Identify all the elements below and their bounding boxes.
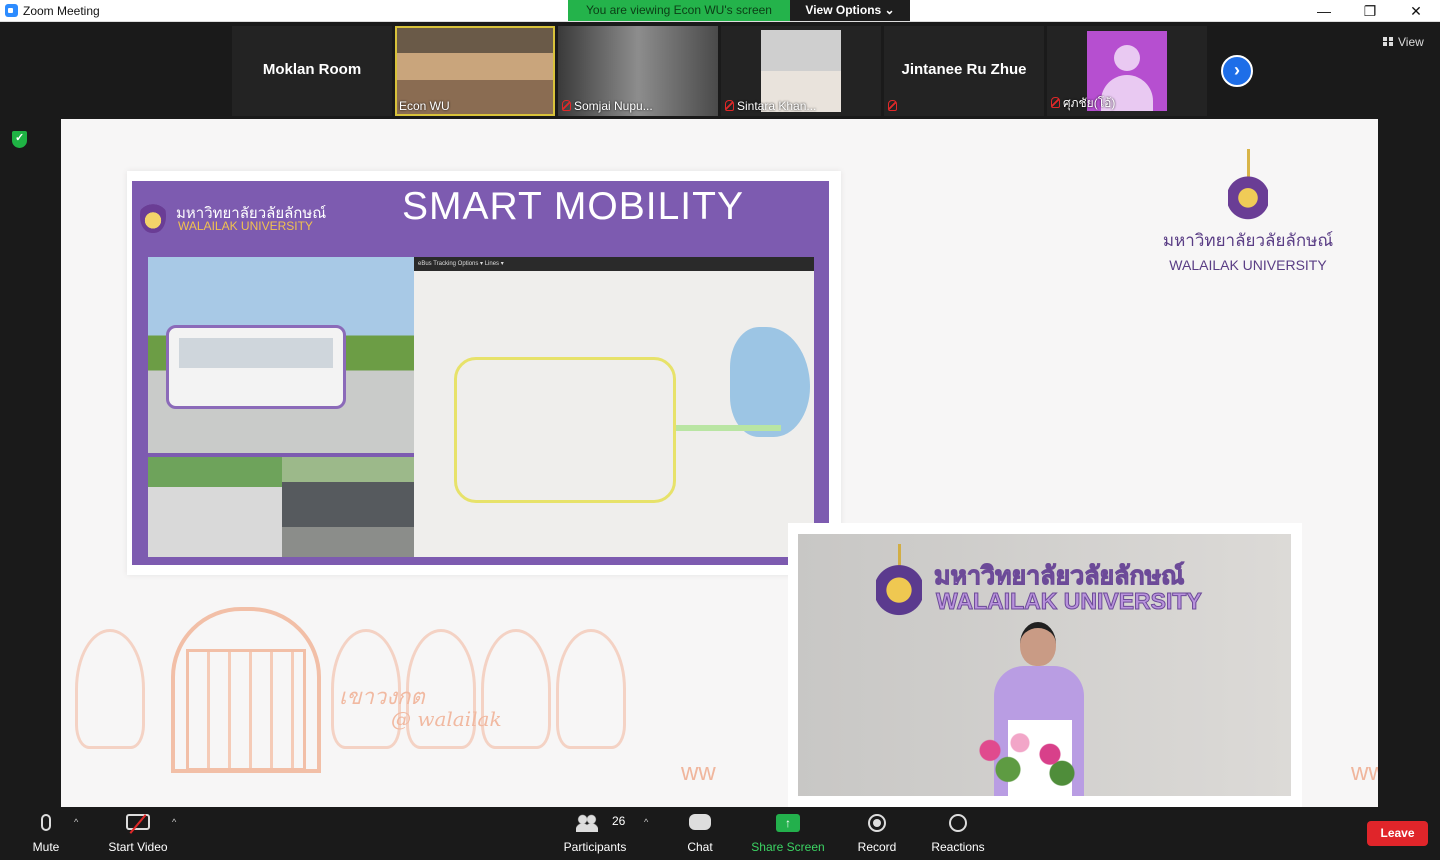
map-bus-route: [454, 357, 676, 503]
university-crest-icon: [140, 197, 166, 233]
bus-shape: [166, 325, 346, 409]
participant-name: ศุภชัย(โอ้): [1063, 96, 1116, 110]
shared-screen: มหาวิทยาลัยวลัยลักษณ์ WALAILAK UNIVERSIT…: [61, 119, 1378, 807]
gate-bars-sketch: [186, 649, 306, 771]
grid-view-icon: [1383, 37, 1393, 46]
tree-sketch: [481, 629, 551, 749]
zoom-app-icon: [5, 4, 18, 17]
video-university-name-en: WALAILAK UNIVERSITY: [936, 588, 1203, 615]
participant-tile[interactable]: ศุภชัย(โอ้): [1047, 26, 1207, 116]
speaker-head: [1020, 622, 1056, 666]
participant-tile[interactable]: Jintanee Ru Zhue: [884, 26, 1044, 116]
electric-bus-photo: [148, 257, 414, 453]
participant-tile[interactable]: Sintara Khan...: [721, 26, 881, 116]
start-video-button[interactable]: Start Video: [104, 807, 172, 860]
speaker-video: มหาวิทยาลัยวลัยลักษณ์ WALAILAK UNIVERSIT…: [798, 534, 1291, 796]
bus-tracking-map: eBus Tracking Options ▾ Lines ▾: [414, 257, 814, 557]
bus-photo-small-2: [282, 457, 414, 557]
chat-icon: [689, 814, 711, 830]
participant-name: Econ WU: [399, 99, 450, 113]
participant-strip: Moklan Room Econ WU Somjai Nupu... Sinta…: [0, 22, 1440, 119]
encryption-shield-icon[interactable]: [12, 131, 27, 148]
logo-name-th: มหาวิทยาลัยวลัยลักษณ์: [1162, 231, 1334, 250]
participant-name: Somjai Nupu...: [574, 99, 653, 113]
audio-options-caret-icon[interactable]: ^: [74, 817, 78, 827]
window-title: Zoom Meeting: [23, 4, 100, 18]
muted-mic-icon: [562, 100, 571, 111]
next-page-arrow-icon[interactable]: ›: [1221, 55, 1253, 87]
title-bar: Zoom Meeting You are viewing Econ WU's s…: [0, 0, 1440, 22]
grass-sketch: ᴡᴡ: [681, 759, 716, 786]
view-button[interactable]: View: [1383, 35, 1424, 49]
participant-tile[interactable]: Somjai Nupu...: [558, 26, 718, 116]
share-screen-button[interactable]: ↑ Share Screen: [750, 807, 826, 860]
video-options-caret-icon[interactable]: ^: [172, 817, 176, 827]
deco-text-walailak: @ walailak: [391, 707, 502, 731]
logo-name-en: WALAILAK UNIVERSITY: [1169, 257, 1327, 273]
participant-tile[interactable]: Moklan Room: [232, 26, 392, 116]
mute-button[interactable]: Mute: [22, 807, 70, 860]
leave-button[interactable]: Leave: [1367, 821, 1428, 846]
participant-tile[interactable]: Econ WU: [395, 26, 555, 116]
flower-arrangement: [966, 720, 1086, 796]
slide-title: SMART MOBILITY: [402, 185, 744, 228]
minimize-button[interactable]: —: [1301, 1, 1347, 21]
bus-photo-small-1: [148, 457, 282, 557]
muted-mic-icon: [725, 100, 734, 111]
chat-button[interactable]: Chat: [680, 807, 720, 860]
meeting-toolbar: Mute ^ Start Video ^ Participants 26 ^ C…: [0, 807, 1440, 860]
participant-name: Moklan Room: [262, 61, 362, 78]
microphone-icon: [41, 814, 51, 831]
record-icon: [868, 814, 886, 832]
share-screen-icon: ↑: [776, 814, 800, 832]
participant-name: Jintanee Ru Zhue: [901, 61, 1027, 78]
muted-mic-icon: [888, 100, 897, 111]
slide-university-name-en: WALAILAK UNIVERSITY: [178, 219, 313, 233]
muted-mic-icon: [1051, 97, 1060, 108]
map-green-path: [676, 425, 781, 431]
tree-sketch: [556, 629, 626, 749]
reactions-button[interactable]: Reactions: [928, 807, 988, 860]
university-crest-icon: [1228, 149, 1268, 223]
tree-sketch: [75, 629, 145, 749]
slide: มหาวิทยาลัยวลัยลักษณ์ WALAILAK UNIVERSIT…: [132, 181, 829, 565]
map-lake: [730, 327, 810, 437]
avatar-head-icon: [1114, 45, 1140, 71]
record-button[interactable]: Record: [854, 807, 900, 860]
university-crest-icon: [876, 544, 922, 616]
map-toolbar: eBus Tracking Options ▾ Lines ▾: [414, 257, 814, 271]
university-logo: มหาวิทยาลัยวลัยลักษณ์ WALAILAK UNIVERSIT…: [1157, 149, 1339, 273]
restore-button[interactable]: ❐: [1347, 1, 1393, 21]
grass-sketch: ᴡᴡ: [1351, 759, 1378, 786]
smiley-icon: [949, 814, 967, 832]
slide-card: มหาวิทยาลัยวลัยลักษณ์ WALAILAK UNIVERSIT…: [127, 171, 841, 575]
speaker-video-card: มหาวิทยาลัยวลัยลักษณ์ WALAILAK UNIVERSIT…: [788, 523, 1302, 807]
viewing-screen-banner: You are viewing Econ WU's screen: [568, 0, 790, 21]
participant-name: Sintara Khan...: [737, 99, 817, 113]
view-options-button[interactable]: View Options ⌄: [790, 0, 910, 21]
close-button[interactable]: ✕: [1393, 1, 1439, 21]
participant-count: 26: [612, 814, 626, 828]
participants-icon: [576, 814, 598, 832]
participants-options-caret-icon[interactable]: ^: [644, 817, 648, 827]
